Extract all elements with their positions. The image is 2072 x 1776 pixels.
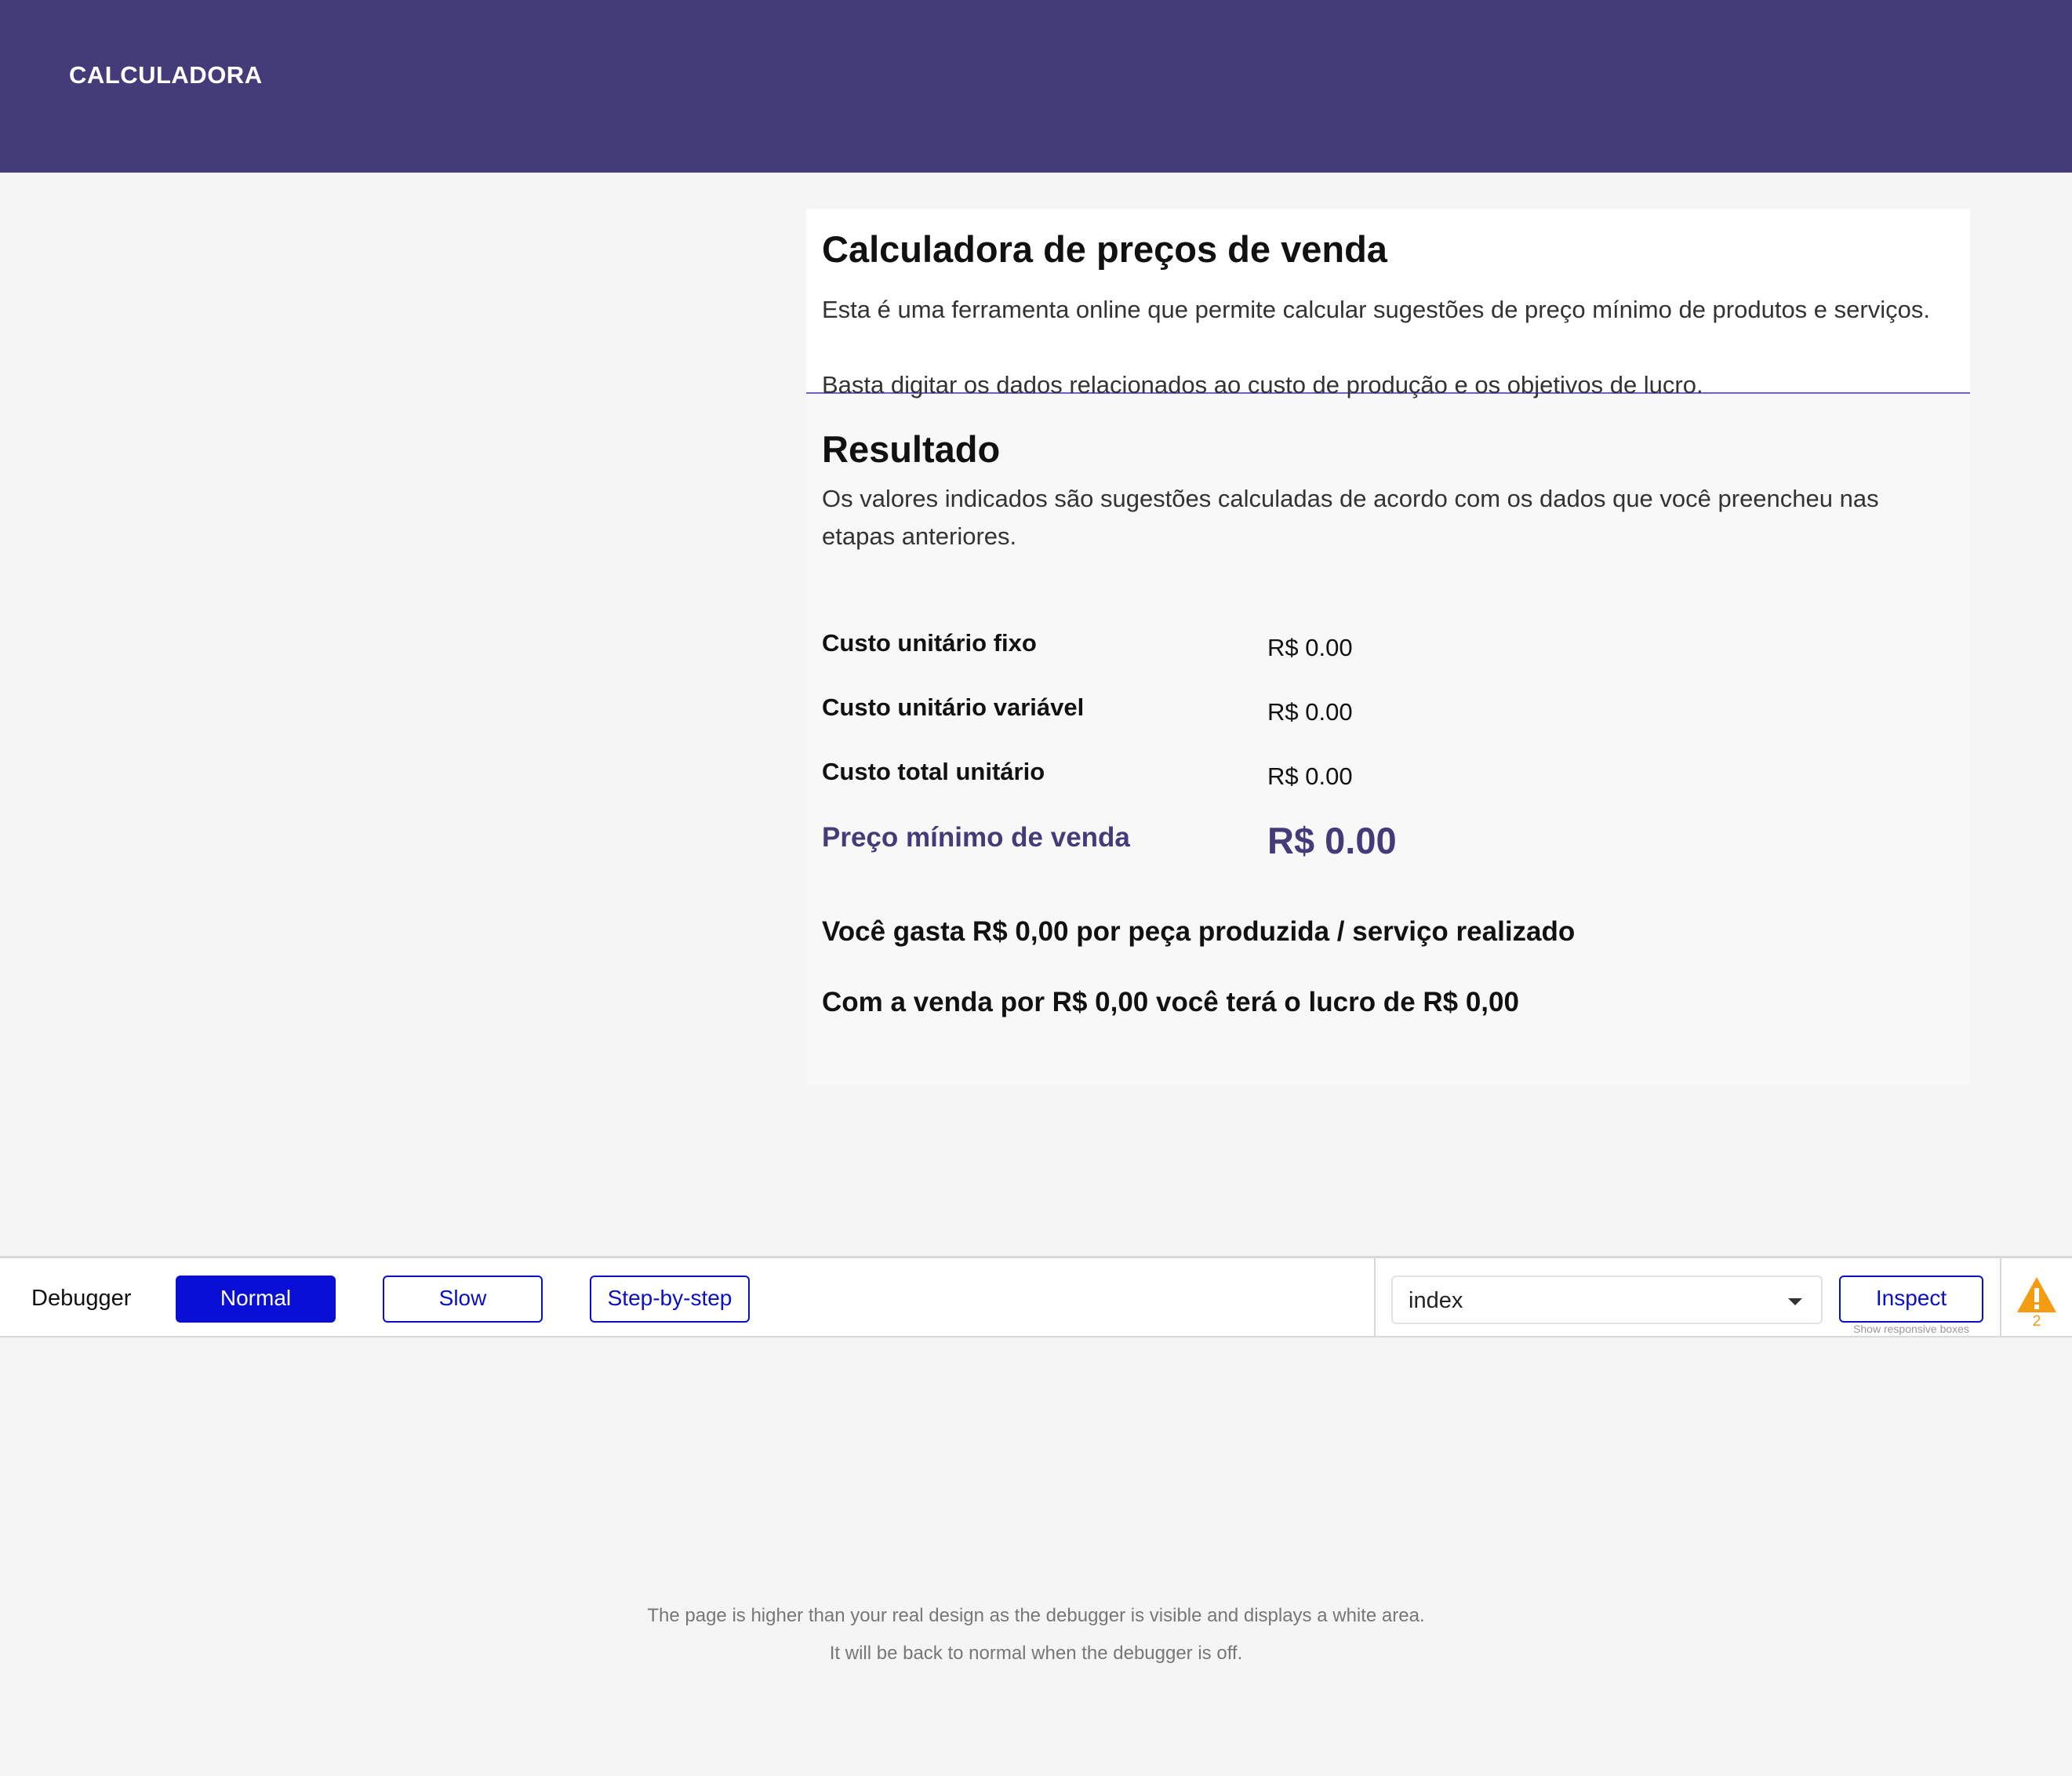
warnings-indicator[interactable]: 2 [2016,1276,2058,1330]
mode-slow-button[interactable]: Slow [383,1276,543,1323]
minimum-price-value: R$ 0.00 [1267,820,1397,861]
result-rows: Custo unitário fixo R$ 0.00 Custo unitár… [822,629,1954,886]
result-card: Resultado Os valores indicados são suges… [806,394,1970,1084]
mode-step-by-step-button[interactable]: Step-by-step [590,1276,750,1323]
app-brand[interactable]: CALCULADORA [69,61,263,89]
intro-paragraph-1: Esta é uma ferramenta online que permite… [822,296,1930,323]
row-total-unit-cost: Custo total unitário R$ 0.00 [822,758,1954,822]
row-variable-unit-cost: Custo unitário variável R$ 0.00 [822,693,1954,758]
page-select[interactable]: index [1391,1276,1823,1324]
debugger-label: Debugger [31,1286,132,1311]
summary-cost-per-unit: Você gasta R$ 0,00 por peça produzida / … [822,916,1576,947]
summary-profit: Com a venda por R$ 0,00 você terá o lucr… [822,987,1519,1017]
row-fixed-unit-cost: Custo unitário fixo R$ 0.00 [822,629,1954,693]
inspect-hint: Show responsive boxes [1853,1323,1969,1335]
chevron-down-icon [1788,1298,1802,1305]
divider [1374,1258,1376,1337]
top-app-bar: CALCULADORA [0,0,2072,173]
footnote-line-2: It will be back to normal when the debug… [829,1643,1243,1664]
debugger-footnote: The page is higher than your real design… [0,1597,2072,1672]
mode-normal-button[interactable]: Normal [176,1276,336,1323]
result-title: Resultado [822,428,1001,470]
page-select-value: index [1409,1288,1463,1313]
debugger-bar: Debugger Normal Slow Step-by-step index … [0,1256,2072,1337]
row-label: Custo total unitário [822,758,1045,785]
row-label: Custo unitário variável [822,693,1085,721]
inspect-button[interactable]: Inspect [1839,1276,1983,1323]
row-value: R$ 0.00 [1267,634,1353,661]
intro-card: Calculadora de preços de venda Esta é um… [806,209,1970,399]
footnote-line-1: The page is higher than your real design… [647,1605,1425,1626]
row-value: R$ 0.00 [1267,762,1353,790]
row-value: R$ 0.00 [1267,698,1353,726]
warning-triangle-icon [2017,1277,2056,1312]
result-description: Os valores indicados são sugestões calcu… [822,485,1879,550]
page-title: Calculadora de preços de venda [822,228,1387,270]
row-label: Custo unitário fixo [822,629,1037,657]
row-minimum-sale-price: Preço mínimo de venda R$ 0.00 [822,820,1954,886]
main-content: Calculadora de preços de venda Esta é um… [806,209,1970,1084]
divider [2000,1258,2001,1337]
warning-count: 2 [2032,1313,2041,1330]
row-label: Preço mínimo de venda [822,822,1130,853]
